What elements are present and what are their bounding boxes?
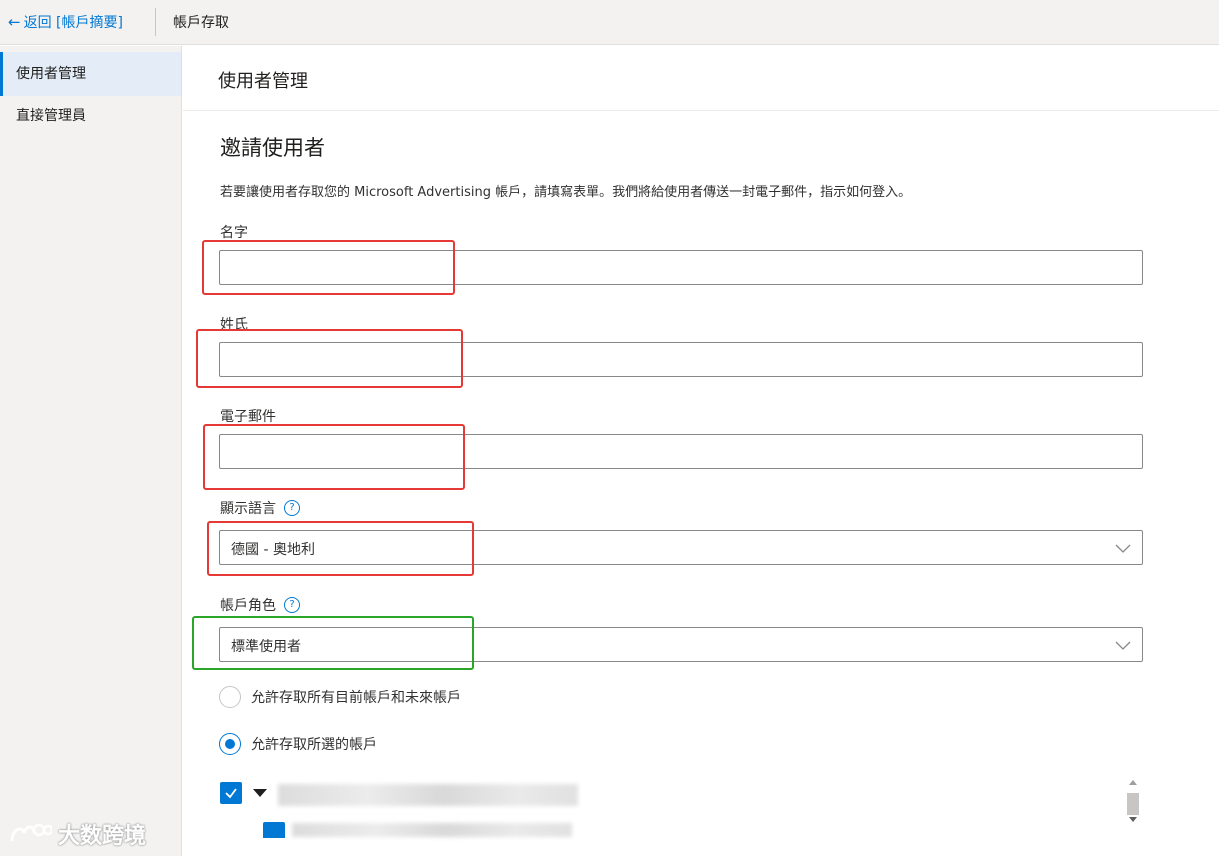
question-circle-icon[interactable]: ?: [284, 500, 300, 516]
chevron-down-icon: [1115, 641, 1131, 650]
account-role-label: 帳戶角色 ?: [220, 595, 300, 615]
redacted-account-name: [278, 784, 578, 806]
radio-button-selected[interactable]: [219, 733, 241, 755]
account-role-select[interactable]: 標準使用者: [219, 627, 1143, 662]
account-list-scrollbar[interactable]: [1124, 772, 1142, 830]
watermark: 大数跨境: [8, 818, 146, 850]
last-name-label: 姓氏: [220, 314, 248, 334]
chevron-down-icon: [1115, 544, 1131, 553]
radio-selected-accounts[interactable]: 允許存取所選的帳戶: [219, 733, 377, 755]
radio-selected-accounts-label: 允許存取所選的帳戶: [251, 737, 377, 753]
radio-all-accounts-label: 允許存取所有目前帳戶和未來帳戶: [251, 690, 461, 706]
sidebar-item-direct-admins[interactable]: 直接管理員: [0, 94, 181, 138]
top-bar: ← 返回 [帳戶摘要] 帳戶存取: [0, 0, 1219, 45]
page-header: 使用者管理: [183, 46, 1219, 111]
back-link-label: 返回 [帳戶摘要]: [23, 15, 123, 31]
topbar-divider: [155, 8, 156, 36]
page-title: 使用者管理: [218, 71, 308, 92]
watermark-text: 大数跨境: [58, 824, 147, 849]
arrow-left-icon: ←: [8, 12, 21, 31]
question-circle-icon[interactable]: ?: [284, 597, 300, 613]
account-root-checkbox[interactable]: [220, 782, 242, 804]
watermark-logo-icon: [10, 823, 52, 842]
checkmark-icon: [225, 788, 237, 799]
radio-all-accounts[interactable]: 允許存取所有目前帳戶和未來帳戶: [219, 686, 461, 708]
scroll-up-icon[interactable]: [1129, 780, 1137, 785]
first-name-label-text: 名字: [220, 225, 248, 241]
radio-button[interactable]: [219, 686, 241, 708]
last-name-label-text: 姓氏: [220, 317, 248, 333]
display-language-label-text: 顯示語言: [220, 501, 276, 517]
display-language-select[interactable]: 德國 - 奧地利: [219, 530, 1143, 565]
sidebar: 使用者管理 直接管理員: [0, 46, 182, 856]
account-child-checkbox[interactable]: [263, 822, 285, 838]
first-name-label: 名字: [220, 222, 248, 242]
form-description: 若要讓使用者存取您的 Microsoft Advertising 帳戶，請填寫表…: [220, 185, 912, 200]
account-role-label-text: 帳戶角色: [220, 598, 276, 614]
sidebar-item-label: 直接管理員: [16, 108, 86, 124]
redacted-child-account-name: [292, 823, 572, 837]
email-input[interactable]: [219, 434, 1143, 469]
topbar-title: 帳戶存取: [173, 15, 229, 31]
back-to-account-summary-link[interactable]: ← 返回 [帳戶摘要]: [8, 12, 123, 32]
last-name-input[interactable]: [219, 342, 1143, 377]
account-role-value: 標準使用者: [231, 639, 301, 655]
display-language-label: 顯示語言 ?: [220, 498, 300, 518]
display-language-value: 德國 - 奧地利: [231, 542, 315, 558]
sidebar-item-user-management[interactable]: 使用者管理: [0, 52, 181, 96]
caret-down-icon[interactable]: [253, 789, 267, 797]
scroll-thumb[interactable]: [1127, 793, 1139, 815]
email-label: 電子郵件: [220, 406, 276, 426]
first-name-input[interactable]: [219, 250, 1143, 285]
sidebar-item-label: 使用者管理: [16, 66, 86, 82]
scroll-down-icon[interactable]: [1129, 817, 1137, 822]
email-label-text: 電子郵件: [220, 409, 276, 425]
invite-user-heading: 邀請使用者: [220, 136, 325, 160]
